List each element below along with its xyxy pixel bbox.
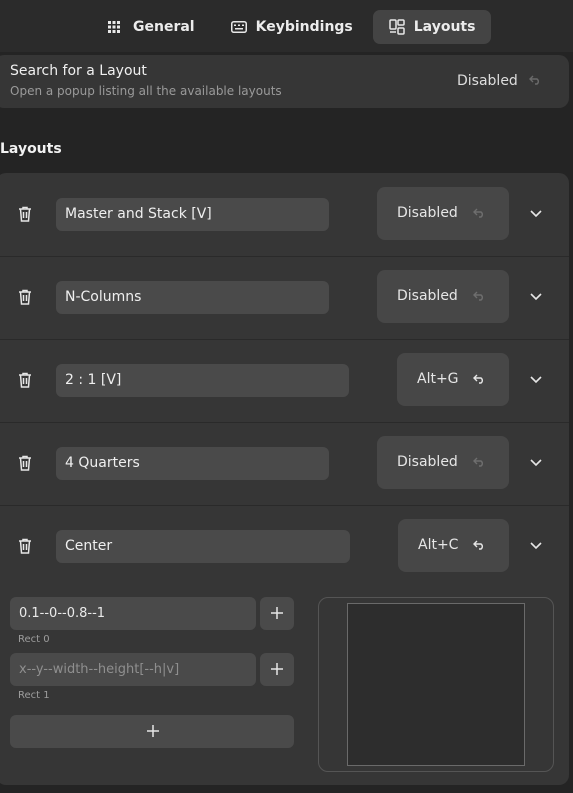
tab-general[interactable]: General: [92, 10, 211, 44]
search-layout-shortcut-value[interactable]: Disabled: [457, 73, 518, 89]
rect-caption: Rect 1: [18, 690, 50, 701]
add-rect-button[interactable]: [10, 715, 294, 748]
layout-name-input[interactable]: 2 : 1 [V]: [56, 364, 349, 397]
shortcut-label: Disabled: [397, 288, 458, 304]
chevron-down-icon[interactable]: [530, 293, 542, 301]
layout-row: Master and Stack [V] Disabled: [0, 173, 569, 256]
plus-icon: [271, 663, 283, 675]
layout-shortcut-button[interactable]: Alt+G: [397, 353, 509, 406]
plus-icon: [147, 725, 159, 737]
grid-icon: [108, 19, 124, 35]
tab-layouts-label: Layouts: [413, 19, 476, 35]
layout-shortcut-button[interactable]: Disabled: [377, 270, 509, 323]
layout-preview-rect: [347, 603, 525, 766]
layout-icon: [389, 19, 405, 35]
search-layout-subtitle: Open a popup listing all the available l…: [10, 84, 282, 98]
chevron-down-icon[interactable]: [530, 459, 542, 467]
rect-input[interactable]: 0.1--0--0.8--1: [10, 597, 256, 630]
chevron-down-icon[interactable]: [530, 542, 542, 550]
plus-icon: [271, 607, 283, 619]
section-title-layouts: Layouts: [0, 141, 62, 157]
rect-input[interactable]: x--y--width--height[--h|v]: [10, 653, 256, 686]
layout-name-input[interactable]: Master and Stack [V]: [56, 198, 329, 231]
tab-layouts[interactable]: Layouts: [372, 10, 492, 44]
tab-keybindings-label: Keybindings: [255, 19, 353, 35]
layout-row: 2 : 1 [V] Alt+G: [0, 339, 569, 422]
tab-keybindings[interactable]: Keybindings: [215, 10, 369, 44]
layout-row: Center Alt+C: [0, 505, 569, 588]
trash-icon[interactable]: [18, 372, 32, 388]
reset-icon[interactable]: [473, 374, 485, 384]
layout-shortcut-button[interactable]: Disabled: [377, 436, 509, 489]
shortcut-label: Alt+G: [417, 371, 459, 387]
reset-icon[interactable]: [529, 75, 541, 85]
layout-name-input[interactable]: Center: [56, 530, 350, 563]
reset-icon[interactable]: [473, 457, 485, 467]
reset-icon[interactable]: [473, 291, 485, 301]
trash-icon[interactable]: [18, 455, 32, 471]
trash-icon[interactable]: [18, 538, 32, 554]
layout-preview: [318, 597, 554, 772]
layouts-list: Master and Stack [V] Disabled N-Columns …: [0, 173, 569, 785]
search-layout-title: Search for a Layout: [10, 63, 147, 79]
shortcut-label: Alt+C: [418, 537, 459, 553]
layout-row: N-Columns Disabled: [0, 256, 569, 339]
tab-bar: General Keybindings Layouts: [92, 10, 492, 44]
reset-icon[interactable]: [473, 208, 485, 218]
layout-row: 4 Quarters Disabled: [0, 422, 569, 505]
add-rect-after-button[interactable]: [260, 653, 294, 686]
rect-caption: Rect 0: [18, 634, 50, 645]
add-rect-after-button[interactable]: [260, 597, 294, 630]
keyboard-icon: [230, 19, 247, 35]
layout-shortcut-button[interactable]: Disabled: [377, 187, 509, 240]
search-layout-row[interactable]: Search for a Layout Open a popup listing…: [0, 55, 569, 108]
layout-shortcut-button[interactable]: Alt+C: [398, 519, 509, 572]
chevron-down-icon[interactable]: [530, 210, 542, 218]
tab-general-label: General: [133, 19, 195, 35]
shortcut-label: Disabled: [397, 454, 458, 470]
reset-icon[interactable]: [473, 540, 485, 550]
layout-name-input[interactable]: N-Columns: [56, 281, 329, 314]
shortcut-label: Disabled: [397, 205, 458, 221]
trash-icon[interactable]: [18, 206, 32, 222]
header-bar: General Keybindings Layouts: [0, 0, 573, 52]
layout-name-input[interactable]: 4 Quarters: [56, 447, 329, 480]
chevron-down-icon[interactable]: [530, 376, 542, 384]
trash-icon[interactable]: [18, 289, 32, 305]
